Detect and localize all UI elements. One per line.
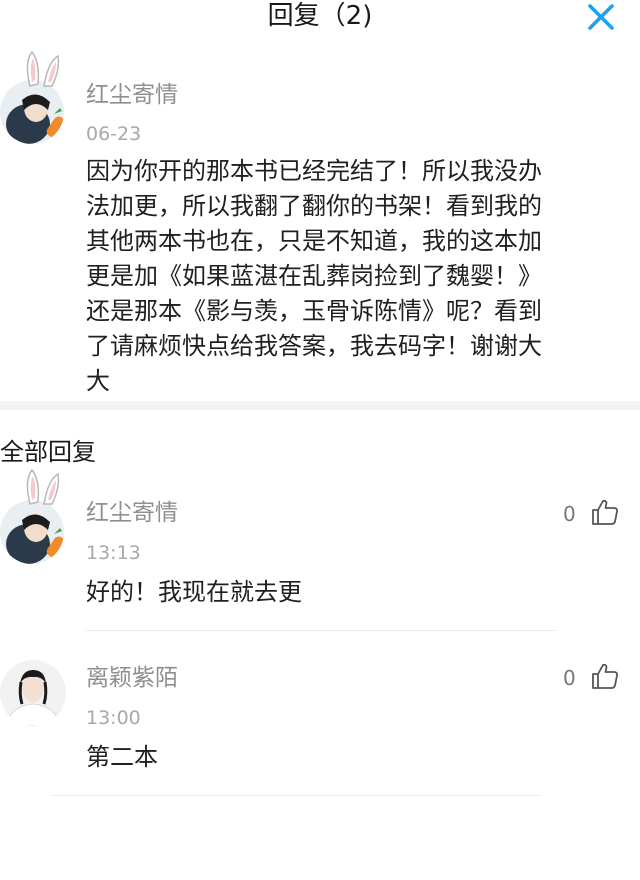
comment-line: 还是那本《影与羡，玉骨诉陈情》呢？看到 [86,297,542,325]
reply-author[interactable]: 离颖紫陌 [86,663,178,693]
like-count: 0 [563,502,576,526]
divider [86,630,556,631]
bunny-ears-icon [26,50,60,87]
reply-text: 第二本 [86,743,158,771]
page-title: 回复（2) [267,1,373,31]
divider [52,795,542,796]
comment-date: 06-23 [86,123,142,145]
avatar-image [0,660,66,726]
reply-author[interactable]: 红尘寄情 [86,498,178,528]
reply-time: 13:13 [86,542,141,564]
like-count: 0 [563,666,576,690]
section-separator [0,401,640,410]
comment-line: 更是加《如果蓝湛在乱葬岗捡到了魏婴！》 [86,262,542,290]
comment-author[interactable]: 红尘寄情 [86,80,178,110]
avatar-image [0,80,64,144]
like-button[interactable] [590,497,620,527]
avatar[interactable] [0,500,64,564]
avatar[interactable] [0,660,66,726]
comment-line: 因为你开的那本书已经完结了！所以我没办 [86,157,542,185]
header: 回复（2) [0,0,640,36]
comment-line: 了请麻烦快点给我答案，我去码字！谢谢大 [86,332,542,360]
like-button[interactable] [590,661,620,691]
comment-line: 大 [86,367,110,395]
comment-line: 其他两本书也在，只是不知道，我的这本加 [86,227,542,255]
close-icon [588,4,614,30]
bunny-ears-icon [26,468,60,505]
reply-text: 好的！我现在就去更 [86,578,302,606]
avatar-image [0,500,64,564]
comment-body: 因为你开的那本书已经完结了！所以我没办 法加更，所以我翻了翻你的书架！看到我的 … [86,154,626,399]
all-replies-title: 全部回复 [0,438,96,466]
thumbs-up-icon [592,663,618,689]
comment-line: 法加更，所以我翻了翻你的书架！看到我的 [86,192,542,220]
close-button[interactable] [586,2,616,32]
thumbs-up-icon [592,499,618,525]
reply-time: 13:00 [86,707,141,729]
avatar[interactable] [0,80,64,144]
